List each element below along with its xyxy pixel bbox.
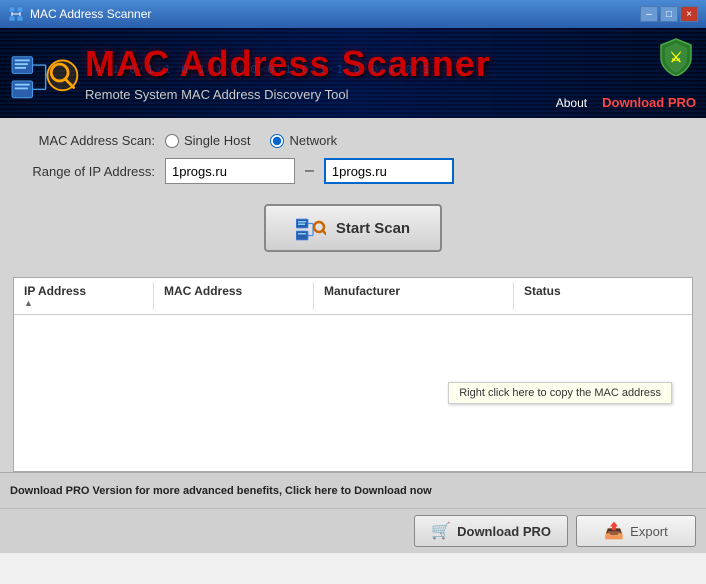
about-link[interactable]: About <box>556 96 587 110</box>
promo-text[interactable]: Download PRO Version for more advanced b… <box>10 485 432 497</box>
ip-to-input[interactable] <box>324 158 454 184</box>
mac-scan-label: MAC Address Scan: <box>20 133 165 148</box>
network-radio[interactable] <box>270 134 284 148</box>
title-bar-left: MAC Address Scanner <box>8 6 151 22</box>
ip-separator: – <box>295 162 324 180</box>
export-button[interactable]: 📤 Export <box>576 515 696 547</box>
header-banner: MAC Address Scanner Remote System MAC Ad… <box>0 28 706 118</box>
single-host-radio[interactable] <box>165 134 179 148</box>
logo-svg <box>10 38 85 108</box>
export-icon: 📤 <box>604 521 624 541</box>
col-header-ip: IP Address ▲ <box>14 282 154 310</box>
footer-buttons: 🛒 Download PRO 📤 Export <box>0 508 706 553</box>
app-icon <box>8 6 24 22</box>
title-bar-title: MAC Address Scanner <box>30 7 151 21</box>
header-binary: 4·1·0·1·1 0·1·1·1·0·0·1·0·1·1·0·0·1·0·1 <box>95 63 606 76</box>
download-icon: 🛒 <box>431 521 451 541</box>
minimize-button[interactable]: – <box>640 6 658 22</box>
col-header-status: Status <box>514 282 692 310</box>
network-option[interactable]: Network <box>270 133 337 148</box>
export-btn-label: Export <box>630 524 668 539</box>
shield-icon: ⚔ <box>656 36 696 76</box>
download-pro-button[interactable]: 🛒 Download PRO <box>414 515 568 547</box>
title-bar: MAC Address Scanner – □ × <box>0 0 706 28</box>
close-button[interactable]: × <box>680 6 698 22</box>
maximize-button[interactable]: □ <box>660 6 678 22</box>
scan-type-group: Single Host Network <box>165 133 337 148</box>
ip-range-label: Range of IP Address: <box>20 164 165 179</box>
start-scan-label: Start Scan <box>336 220 410 237</box>
table-body: Right click here to copy the MAC address <box>14 315 692 470</box>
header-download-pro[interactable]: Download PRO <box>602 95 696 110</box>
title-bar-controls[interactable]: – □ × <box>640 6 698 22</box>
network-label: Network <box>289 133 337 148</box>
ip-range-row: Range of IP Address: – <box>20 158 686 184</box>
main-content: MAC Address Scan: Single Host Network Ra… <box>0 118 706 277</box>
scan-button-row: Start Scan <box>20 194 686 267</box>
table-header: IP Address ▲ MAC Address Manufacturer St… <box>14 278 692 315</box>
single-host-label: Single Host <box>184 133 250 148</box>
svg-text:⚔: ⚔ <box>670 49 683 65</box>
col-header-manufacturer: Manufacturer <box>314 282 514 310</box>
mac-scan-row: MAC Address Scan: Single Host Network <box>20 133 686 148</box>
ip-from-input[interactable] <box>165 158 295 184</box>
header-nav: About Download PRO <box>556 95 696 110</box>
scan-icon <box>296 214 326 242</box>
context-menu-hint: Right click here to copy the MAC address <box>448 382 672 404</box>
col-header-mac: MAC Address <box>154 282 314 310</box>
single-host-option[interactable]: Single Host <box>165 133 250 148</box>
start-scan-button[interactable]: Start Scan <box>264 204 442 252</box>
ip-range-inputs: – <box>165 158 454 184</box>
download-btn-label: Download PRO <box>457 524 551 539</box>
results-table[interactable]: IP Address ▲ MAC Address Manufacturer St… <box>13 277 693 472</box>
bottom-bar: Download PRO Version for more advanced b… <box>0 472 706 508</box>
